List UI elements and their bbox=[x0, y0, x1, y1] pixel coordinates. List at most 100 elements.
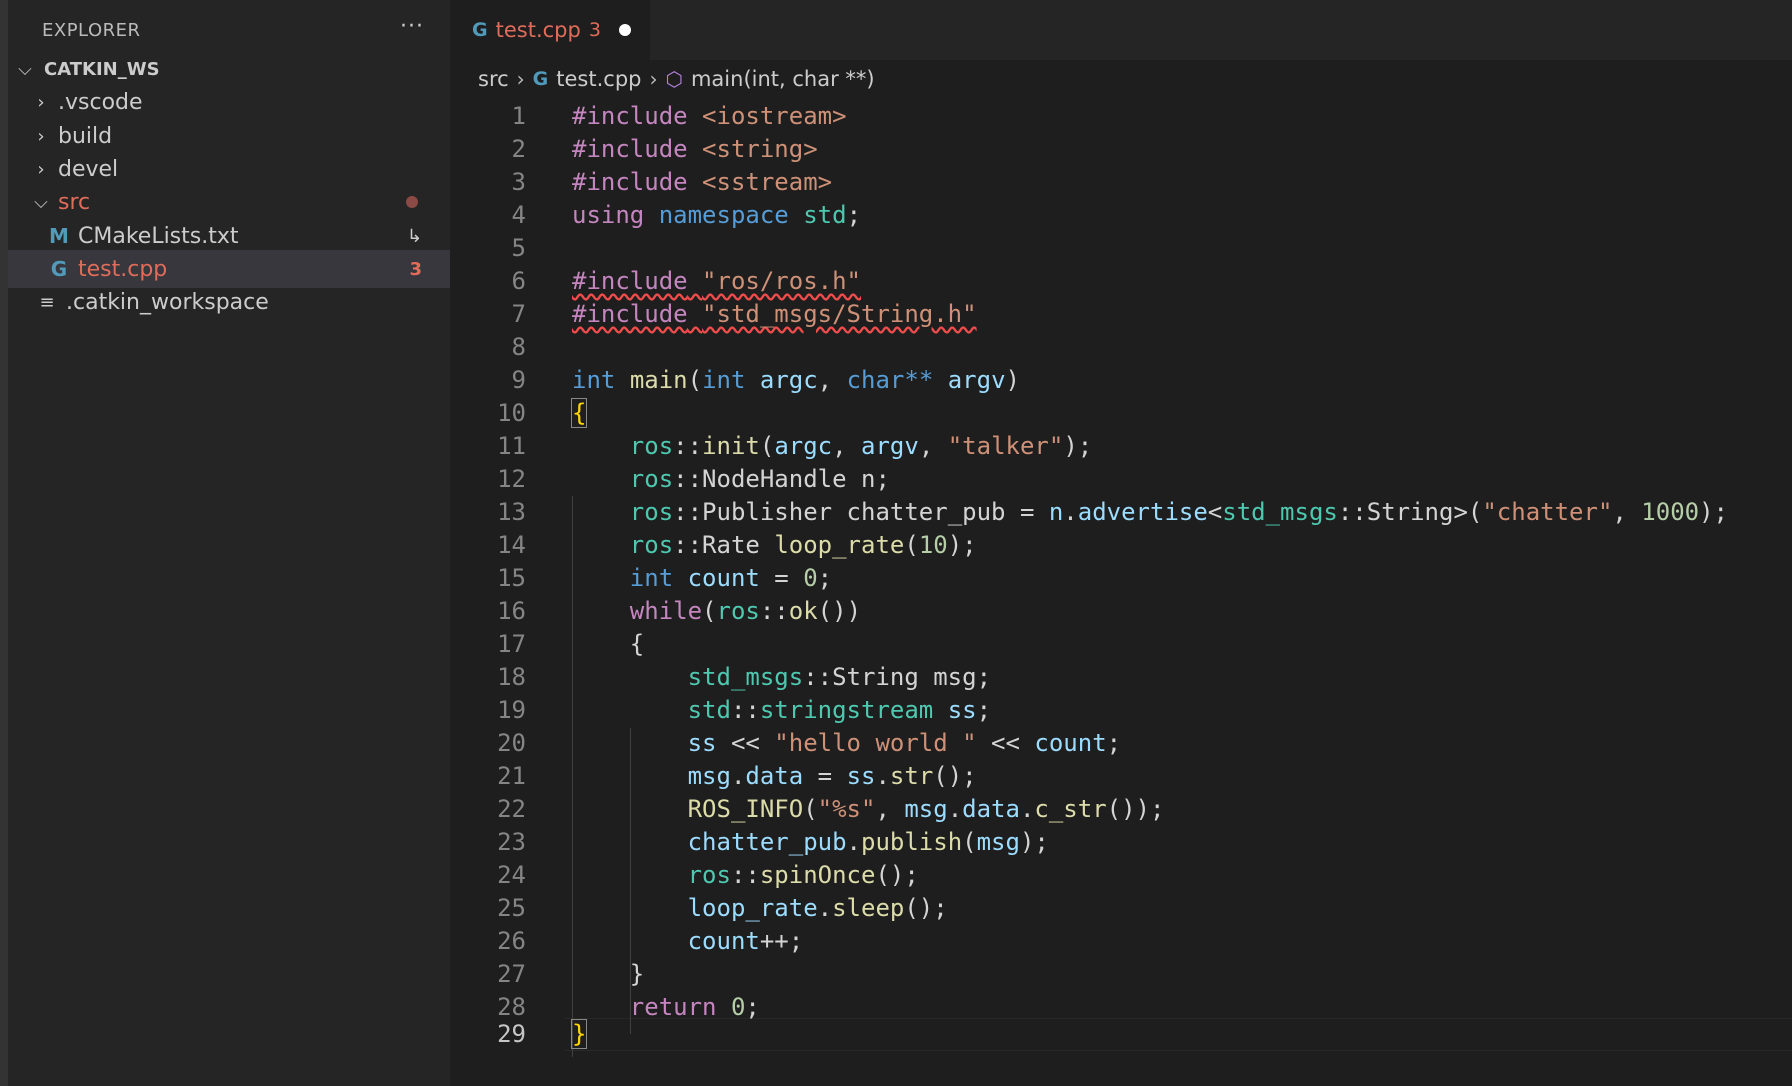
line-number: 29 bbox=[497, 1020, 526, 1048]
chevron-right-icon: › bbox=[516, 67, 525, 91]
tab-test-cpp[interactable]: G test.cpp 3 bbox=[450, 0, 650, 60]
line-number: 19 bbox=[497, 696, 526, 724]
code-line: 26 count++; bbox=[450, 925, 1792, 958]
line-number: 24 bbox=[497, 861, 526, 889]
code-line: 19 std::stringstream ss; bbox=[450, 694, 1792, 727]
tab-problem-count: 3 bbox=[588, 19, 601, 41]
code-line: 21 msg.data = ss.str(); bbox=[450, 760, 1792, 793]
code-line: 14 ros::Rate loop_rate(10); bbox=[450, 529, 1792, 562]
line-code: count++; bbox=[687, 927, 804, 955]
symlink-icon: ↳ bbox=[406, 225, 422, 247]
code-line: 8 bbox=[450, 331, 1792, 364]
line-number: 14 bbox=[497, 531, 526, 559]
line-code: using namespace std; bbox=[572, 201, 862, 229]
line-number: 12 bbox=[497, 465, 526, 493]
text-file-icon: ≡ bbox=[39, 291, 55, 313]
breadcrumb-file[interactable]: test.cpp bbox=[556, 67, 641, 91]
line-number: 7 bbox=[511, 300, 526, 328]
code-line: 23 chatter_pub.publish(msg); bbox=[450, 826, 1792, 859]
line-code: ros::NodeHandle n; bbox=[629, 465, 890, 493]
breadcrumb-symbol[interactable]: main(int, char **) bbox=[691, 67, 875, 91]
chevron-right-icon: › bbox=[37, 91, 45, 113]
line-number: 2 bbox=[511, 135, 526, 163]
line-number: 4 bbox=[511, 201, 526, 229]
line-number: 17 bbox=[497, 630, 526, 658]
tree-item-vscode[interactable]: › .vscode bbox=[8, 83, 450, 121]
line-number: 23 bbox=[497, 828, 526, 856]
symbol-method-icon: ⬡ bbox=[665, 67, 683, 91]
line-code: chatter_pub.publish(msg); bbox=[687, 828, 1049, 856]
tree-item-src[interactable]: ⌵ src bbox=[8, 183, 450, 221]
tree-root-label: CATKIN_WS bbox=[44, 58, 160, 80]
chevron-right-icon: › bbox=[37, 125, 45, 147]
line-number: 10 bbox=[497, 399, 526, 427]
line-number: 11 bbox=[497, 432, 526, 460]
line-code: #include "std_msgs/String.h" bbox=[572, 300, 977, 328]
line-code: ros::spinOnce(); bbox=[687, 861, 919, 889]
line-number: 3 bbox=[511, 168, 526, 196]
line-code: ros::Rate loop_rate(10); bbox=[629, 531, 977, 559]
line-code: while(ros::ok()) bbox=[629, 597, 862, 625]
code-line: 2 #include <string> bbox=[450, 133, 1792, 166]
code-editor[interactable]: 1 #include <iostream> 2 #include <string> … bbox=[450, 100, 1792, 1086]
line-code: ros::init(argc, argv, "talker"); bbox=[629, 432, 1093, 460]
code-line: 13 ros::Publisher chatter_pub = n.advert… bbox=[450, 496, 1792, 529]
line-code: std_msgs::String msg; bbox=[687, 663, 992, 691]
code-line: 29} bbox=[450, 1018, 1792, 1051]
code-line: 25 loop_rate.sleep(); bbox=[450, 892, 1792, 925]
chevron-right-icon: › bbox=[649, 67, 658, 91]
code-line: 24 ros::spinOnce(); bbox=[450, 859, 1792, 892]
line-code: ss << "hello world " << count; bbox=[687, 729, 1122, 757]
tree-item-label: .catkin_workspace bbox=[66, 289, 269, 315]
line-code: } bbox=[572, 960, 645, 988]
line-code: } bbox=[570, 1019, 588, 1049]
line-number: 25 bbox=[497, 894, 526, 922]
explorer-sidebar: EXPLORER ··· ⌵ CATKIN_WS › .vscode › bui… bbox=[8, 0, 450, 1086]
code-line: 6 #include "ros/ros.h" bbox=[450, 265, 1792, 298]
line-number: 8 bbox=[511, 333, 526, 361]
code-line: 27 } bbox=[450, 958, 1792, 991]
code-line: 22 ROS_INFO("%s", msg.data.c_str()); bbox=[450, 793, 1792, 826]
modified-dot-icon bbox=[406, 196, 418, 208]
breadcrumb-src[interactable]: src bbox=[478, 67, 509, 91]
code-line: 18 std_msgs::String msg; bbox=[450, 661, 1792, 694]
tree-item-label: src bbox=[58, 189, 91, 215]
line-number: 16 bbox=[497, 597, 526, 625]
line-number: 22 bbox=[497, 795, 526, 823]
line-code: #include <sstream> bbox=[572, 168, 833, 196]
line-code: int main(int argc, char** argv) bbox=[572, 366, 1020, 394]
line-code: ROS_INFO("%s", msg.data.c_str()); bbox=[687, 795, 1165, 823]
line-code: int count = 0; bbox=[629, 564, 833, 592]
tree-item-label: CMakeLists.txt bbox=[78, 223, 239, 249]
line-code: { bbox=[570, 398, 588, 428]
line-number: 6 bbox=[511, 267, 526, 295]
line-code: #include <iostream> bbox=[572, 102, 847, 130]
tab-bar: G test.cpp 3 bbox=[450, 0, 1792, 60]
explorer-title: EXPLORER bbox=[42, 20, 141, 41]
code-line: 15 int count = 0; bbox=[450, 562, 1792, 595]
code-line: 17 { bbox=[450, 628, 1792, 661]
line-number: 13 bbox=[497, 498, 526, 526]
tree-item-label: build bbox=[58, 123, 113, 149]
cpp-file-icon: G bbox=[50, 257, 68, 281]
line-number: 27 bbox=[497, 960, 526, 988]
tree-item-catkin-workspace[interactable]: ≡ .catkin_workspace bbox=[8, 283, 450, 321]
line-code: #include <string> bbox=[572, 135, 818, 163]
chevron-down-icon: ⌵ bbox=[18, 58, 32, 80]
line-number: 26 bbox=[497, 927, 526, 955]
code-line: 1 #include <iostream> bbox=[450, 100, 1792, 133]
code-line: 7 #include "std_msgs/String.h" bbox=[450, 298, 1792, 331]
unsaved-dot-icon[interactable] bbox=[618, 24, 631, 36]
code-line: 4 using namespace std; bbox=[450, 199, 1792, 232]
line-number: 1 bbox=[511, 102, 526, 130]
code-line: 10 { bbox=[450, 397, 1792, 430]
line-code: #include "ros/ros.h" bbox=[572, 267, 861, 295]
problem-count-badge: 3 bbox=[409, 258, 422, 280]
activity-bar-edge bbox=[0, 0, 8, 1086]
tree-item-label: .vscode bbox=[58, 89, 143, 115]
code-line: 11 ros::init(argc, argv, "talker"); bbox=[450, 430, 1792, 463]
code-line: 3 #include <sstream> bbox=[450, 166, 1792, 199]
more-actions-icon[interactable]: ··· bbox=[400, 14, 424, 39]
code-line: 20 ss << "hello world " << count; bbox=[450, 727, 1792, 760]
tab-label: test.cpp bbox=[495, 18, 581, 42]
